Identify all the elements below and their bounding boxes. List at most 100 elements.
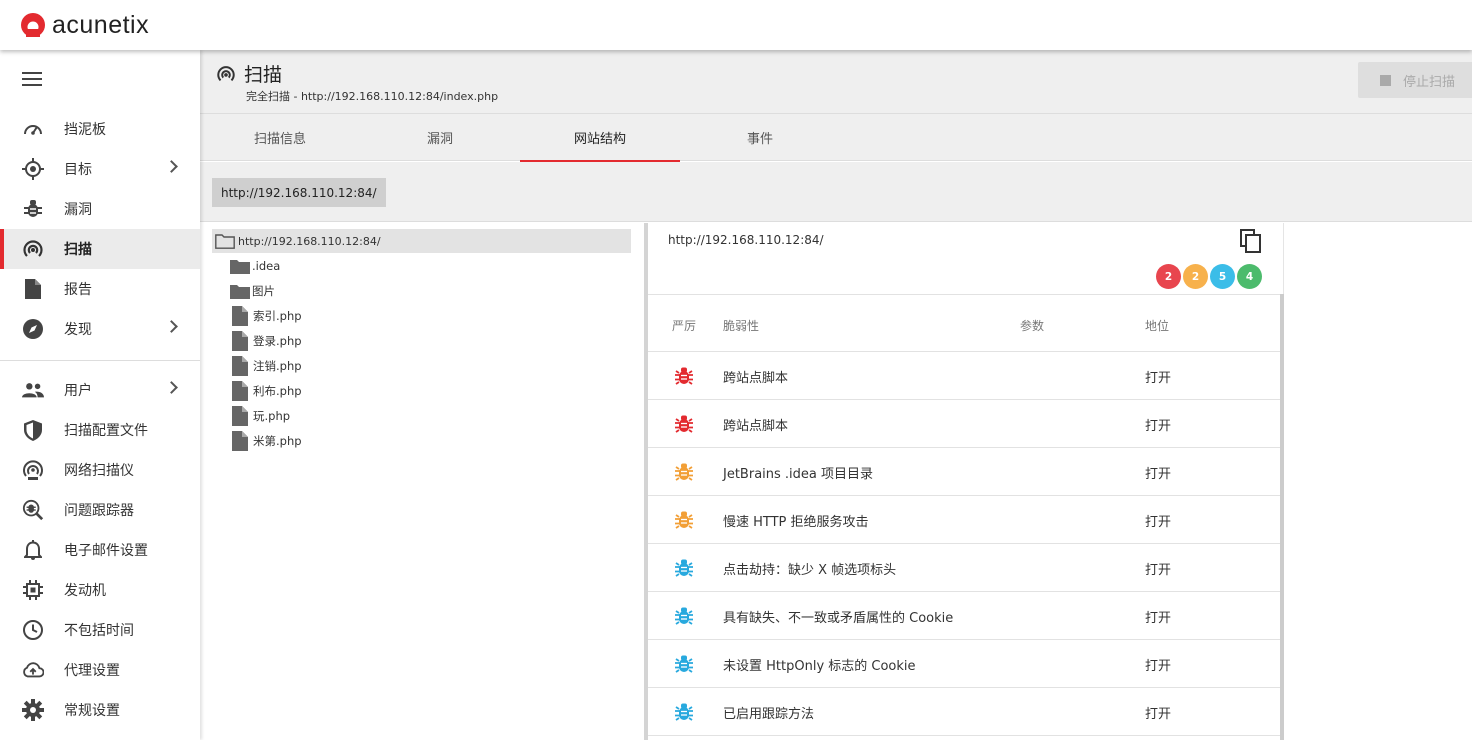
sidebar-item-users[interactable]: 用户: [0, 370, 200, 410]
sidebar-item-general-settings[interactable]: 常规设置: [0, 690, 200, 730]
table-row[interactable]: 跨站点脚本 打开: [648, 400, 1280, 448]
sidebar-item-email-settings[interactable]: 电子邮件设置: [0, 530, 200, 570]
sidebar-item-discovery[interactable]: 发现: [0, 309, 200, 349]
severity-counts: 2 2 5 4: [1154, 264, 1262, 289]
sidebar-item-vulnerabilities[interactable]: 漏洞: [0, 189, 200, 229]
sidebar-item-proxy-settings[interactable]: 代理设置: [0, 650, 200, 690]
bug-severity-icon: [675, 415, 693, 433]
copy-icon[interactable]: [1240, 229, 1262, 253]
bug-severity-icon: [675, 463, 693, 481]
table-row[interactable]: 未设置 HttpOnly 标志的 Cookie 打开: [648, 640, 1280, 688]
sidebar-item-label: 代理设置: [64, 663, 120, 679]
tree-node-label: 注销.php: [253, 359, 302, 373]
sidebar-item-scan-profiles[interactable]: 扫描配置文件: [0, 410, 200, 450]
page-title-row: 扫描: [216, 60, 282, 87]
vulnerabilities-table: 严厉 脆弱性 参数 地位 跨站点脚本 打开 跨站点脚本 打开 JetBrains .id…: [648, 294, 1280, 740]
column-header-status[interactable]: 地位: [1145, 317, 1169, 334]
breadcrumb: http://192.168.110.12:84/: [200, 162, 1472, 222]
column-header-vulnerability[interactable]: 脆弱性: [723, 317, 759, 334]
vulnerability-status: 打开: [1145, 371, 1172, 386]
tree-node-file[interactable]: 登录.php: [230, 330, 302, 352]
app-logo[interactable]: acunetix: [20, 11, 149, 40]
sidebar-item-issue-trackers[interactable]: 问题跟踪器: [0, 490, 200, 530]
vulnerability-name: 点击劫持：缺少 X 帧选项标头: [723, 563, 897, 578]
file-icon: [232, 431, 248, 451]
menu-toggle-icon[interactable]: [22, 72, 42, 86]
tree-node-folder[interactable]: 图片: [230, 280, 275, 302]
breadcrumb-item-root[interactable]: http://192.168.110.12:84/: [212, 178, 386, 207]
vulnerability-status: 打开: [1145, 515, 1172, 530]
table-row[interactable]: 点击劫持：缺少 X 帧选项标头 打开: [648, 544, 1280, 592]
bug-severity-icon: [675, 607, 693, 625]
tab-events[interactable]: 事件: [680, 114, 840, 161]
dashboard-gauge-icon: [22, 118, 44, 140]
column-header-parameter[interactable]: 参数: [1020, 317, 1044, 334]
bug-icon: [22, 198, 44, 220]
sidebar-item-dashboard[interactable]: 挡泥板: [0, 109, 200, 149]
network-scanner-icon: [22, 459, 44, 481]
tab-site-structure[interactable]: 网站结构: [520, 114, 680, 162]
tab-scan-info[interactable]: 扫描信息: [200, 114, 360, 161]
vulnerability-name: 跨站点脚本: [723, 419, 789, 434]
bell-icon: [22, 539, 44, 561]
vulnerability-status: 打开: [1145, 419, 1172, 434]
vulnerability-status: 打开: [1145, 467, 1172, 482]
tab-vulnerabilities[interactable]: 漏洞: [360, 114, 520, 161]
tree-node-folder[interactable]: .idea: [230, 255, 280, 277]
vulnerability-name: JetBrains .idea 项目目录: [723, 467, 874, 482]
table-row[interactable]: 具有缺失、不一致或矛盾属性的 Cookie 打开: [648, 592, 1280, 640]
tree-node-label: 索引.php: [253, 309, 302, 323]
sidebar-item-label: 用户: [64, 383, 92, 399]
acunetix-logo-icon: [21, 13, 45, 37]
table-row[interactable]: 已启用跟踪方法 打开: [648, 688, 1280, 736]
chevron-right-icon: [165, 160, 178, 173]
sidebar-item-engines[interactable]: 发动机: [0, 570, 200, 610]
sidebar-item-label: 报告: [64, 282, 92, 298]
table-header: 严厉 脆弱性 参数 地位: [648, 295, 1280, 352]
vulnerability-name: 已启用跟踪方法: [723, 707, 815, 722]
column-header-severity[interactable]: 严厉: [672, 317, 696, 334]
sidebar-item-excluded-hours[interactable]: 不包括时间: [0, 610, 200, 650]
sidebar-item-scans[interactable]: 扫描: [0, 229, 200, 269]
sidebar-divider: [0, 360, 200, 361]
tree-node-file[interactable]: 利布.php: [230, 380, 302, 402]
shield-icon: [22, 419, 44, 441]
bug-severity-icon: [675, 655, 693, 673]
table-row[interactable]: JetBrains .idea 项目目录 打开: [648, 448, 1280, 496]
sidebar-item-label: 扫描配置文件: [64, 423, 148, 439]
sidebar: 挡泥板 目标 漏洞 扫描 报告 发现 用户 扫描配置文件 网络扫描仪 问题跟踪器…: [0, 50, 200, 740]
tree-node-label: .idea: [252, 259, 281, 273]
issue-tracker-icon: [22, 499, 44, 521]
detail-url: http://192.168.110.12:84/: [668, 233, 824, 247]
site-tree: http://192.168.110.12:84/ .idea 图片 索引.ph…: [200, 223, 644, 740]
file-icon: [232, 406, 248, 426]
sidebar-item-network-scanner[interactable]: 网络扫描仪: [0, 450, 200, 490]
table-row[interactable]: 跨站点脚本 打开: [648, 352, 1280, 400]
chevron-right-icon: [165, 381, 178, 394]
chevron-right-icon: [165, 320, 178, 333]
high-count-badge: 2: [1156, 264, 1181, 289]
tree-node-file[interactable]: 注销.php: [230, 355, 302, 377]
folder-icon: [230, 284, 250, 299]
tree-node-file[interactable]: 米第.php: [230, 430, 302, 452]
table-row[interactable]: 慢速 HTTP 拒绝服务攻击 打开: [648, 496, 1280, 544]
folder-open-icon: [215, 233, 235, 249]
tree-node-label: http://192.168.110.12:84/: [238, 234, 381, 248]
stop-icon: [1380, 74, 1391, 86]
tree-node-file[interactable]: 索引.php: [230, 305, 302, 327]
vulnerability-name: 具有缺失、不一致或矛盾属性的 Cookie: [723, 611, 954, 626]
tree-node-root[interactable]: http://192.168.110.12:84/: [212, 229, 631, 253]
tree-node-label: 图片: [252, 284, 275, 298]
table-scrollbar[interactable]: [1280, 294, 1284, 740]
file-icon: [232, 356, 248, 376]
sidebar-item-targets[interactable]: 目标: [0, 149, 200, 189]
tree-node-file[interactable]: 玩.php: [230, 405, 290, 427]
sidebar-item-label: 发动机: [64, 583, 106, 599]
bug-severity-icon: [675, 367, 693, 385]
sidebar-item-label: 扫描: [64, 242, 92, 258]
stop-scan-button[interactable]: 停止扫描: [1358, 62, 1472, 98]
sidebar-item-reports[interactable]: 报告: [0, 269, 200, 309]
bug-severity-icon: [675, 703, 693, 721]
page-title: 扫描: [244, 64, 283, 86]
page-header: 扫描 完全扫描 - http://192.168.110.12:84/index…: [200, 50, 1472, 114]
